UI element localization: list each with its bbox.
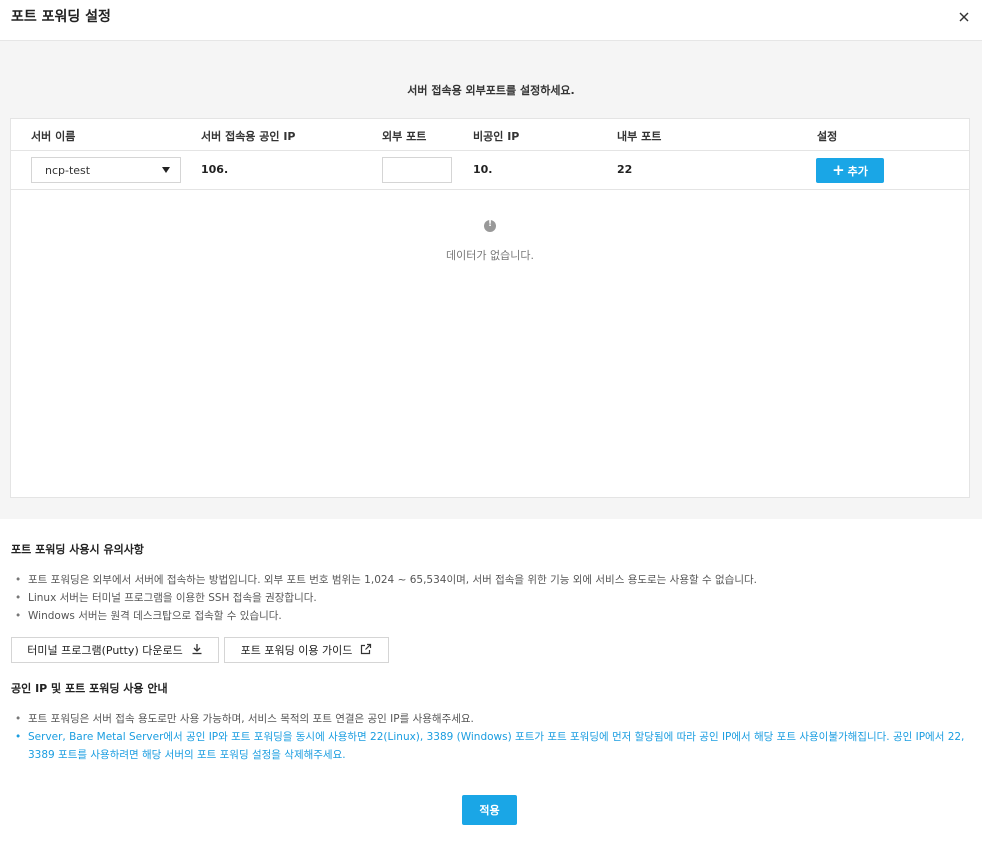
putty-download-label: 터미널 프로그램(Putty) 다운로드 <box>27 644 183 657</box>
close-icon[interactable] <box>955 8 973 26</box>
public-ip-value: 106. <box>201 163 229 176</box>
row-divider <box>11 189 969 190</box>
instruction-text: 서버 접속용 외부포트를 설정하세요. <box>407 84 575 97</box>
add-button-label: 추가 <box>847 164 868 178</box>
external-link-icon <box>360 643 372 658</box>
internal-port-value: 22 <box>617 163 633 176</box>
notice-title: 포트 포워딩 사용시 유의사항 <box>11 543 144 556</box>
modal-header: 포트 포워딩 설정 <box>0 0 982 41</box>
private-ip-value: 10. <box>473 163 493 176</box>
notice-item: 포트 포워딩은 외부에서 서버에 접속하는 방법입니다. 외부 포트 번호 범위… <box>12 571 757 589</box>
external-port-input[interactable] <box>382 157 452 183</box>
main-area: 서버 접속용 외부포트를 설정하세요. 서버 이름 서버 접속용 공인 IP 외… <box>0 41 982 519</box>
guide-button-label: 포트 포워딩 이용 가이드 <box>240 644 353 657</box>
header-divider <box>11 150 969 151</box>
header-server-name: 서버 이름 <box>31 130 76 143</box>
guide-item-highlight: Server, Bare Metal Server에서 공인 IP와 포트 포워… <box>12 728 972 764</box>
server-select-value: ncp-test <box>45 164 91 177</box>
public-ip-guide-title: 공인 IP 및 포트 포워딩 사용 안내 <box>11 682 168 695</box>
info-icon <box>484 219 496 232</box>
header-settings: 설정 <box>817 130 838 143</box>
server-select[interactable]: ncp-test <box>31 157 181 183</box>
putty-download-button[interactable]: 터미널 프로그램(Putty) 다운로드 <box>11 637 219 663</box>
notice-item: Windows 서버는 원격 데스크탑으로 접속할 수 있습니다. <box>12 607 757 625</box>
caret-down-icon <box>162 167 170 173</box>
modal-title: 포트 포워딩 설정 <box>11 9 111 25</box>
header-external-port: 외부 포트 <box>382 130 427 143</box>
header-internal-port: 내부 포트 <box>617 130 662 143</box>
header-public-ip: 서버 접속용 공인 IP <box>201 130 296 143</box>
empty-message: 데이터가 없습니다. <box>446 249 534 262</box>
public-ip-guide-list: 포트 포워딩은 서버 접속 용도로만 사용 가능하며, 서비스 목적의 포트 연… <box>12 710 972 764</box>
header-private-ip: 비공인 IP <box>473 130 520 143</box>
port-forwarding-table: 서버 이름 서버 접속용 공인 IP 외부 포트 비공인 IP 내부 포트 설정… <box>10 118 970 498</box>
apply-button[interactable]: 적용 <box>462 795 517 825</box>
guide-button[interactable]: 포트 포워딩 이용 가이드 <box>224 637 389 663</box>
plus-icon: + <box>832 161 845 179</box>
add-button[interactable]: + 추가 <box>816 158 884 183</box>
download-icon <box>191 643 203 658</box>
guide-item: 포트 포워딩은 서버 접속 용도로만 사용 가능하며, 서비스 목적의 포트 연… <box>12 710 972 728</box>
notice-item: Linux 서버는 터미널 프로그램을 이용한 SSH 접속을 권장합니다. <box>12 589 757 607</box>
notice-list: 포트 포워딩은 외부에서 서버에 접속하는 방법입니다. 외부 포트 번호 범위… <box>12 571 757 625</box>
